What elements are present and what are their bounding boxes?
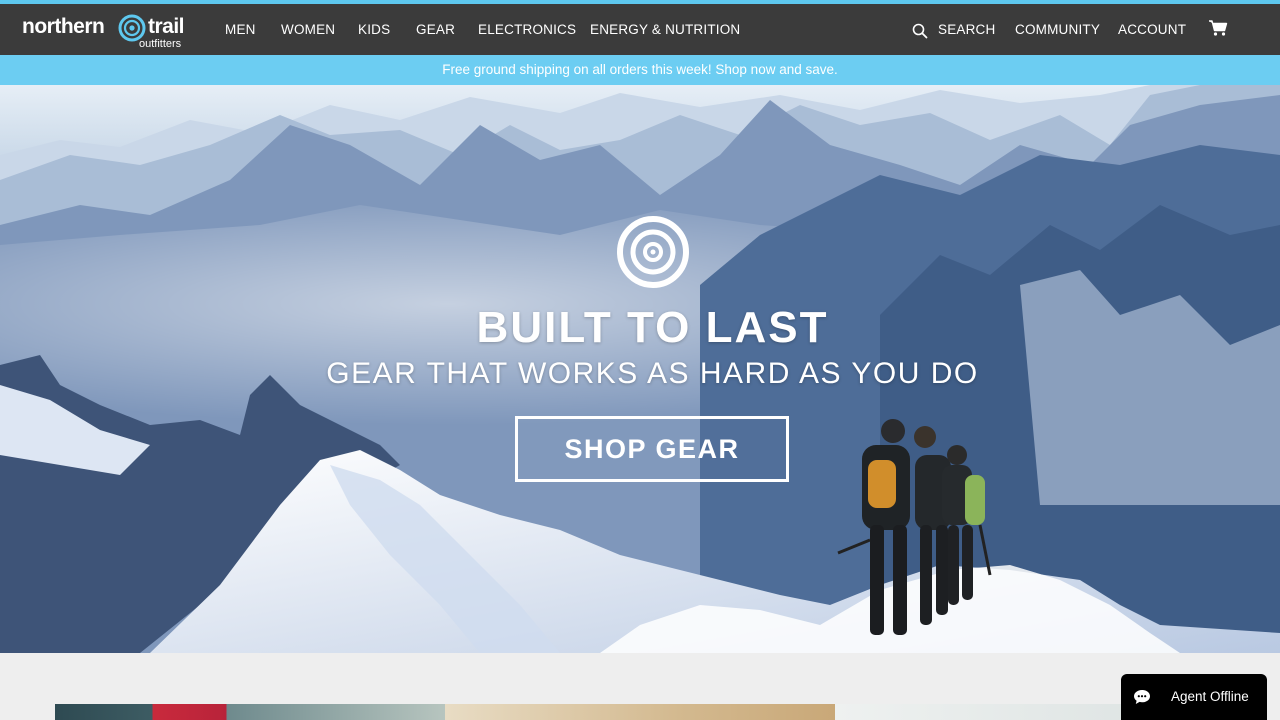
brand-ring-icon: [617, 216, 689, 288]
nav-item-electronics[interactable]: ELECTRONICS: [478, 22, 576, 37]
nav-item-energy-nutrition[interactable]: ENERGY & NUTRITION: [590, 22, 740, 37]
main-navbar: northern trail outfitters MEN WOMEN KIDS…: [0, 4, 1280, 55]
nav-item-gear[interactable]: GEAR: [416, 22, 455, 37]
product-tile-2-image[interactable]: [445, 704, 835, 720]
shop-gear-button[interactable]: SHOP GEAR: [515, 416, 789, 482]
nav-item-kids[interactable]: KIDS: [358, 22, 390, 37]
chat-bubble-icon: [1134, 690, 1150, 704]
community-link[interactable]: COMMUNITY: [1015, 22, 1100, 37]
hero-title: BUILT TO LAST: [476, 303, 829, 352]
product-tile-3-image[interactable]: [835, 704, 1135, 720]
nav-item-women[interactable]: WOMEN: [281, 22, 335, 37]
logo-tagline: outfitters: [139, 38, 182, 50]
account-link[interactable]: ACCOUNT: [1118, 22, 1186, 37]
logo-word-trail: trail: [148, 15, 185, 38]
brand-logo[interactable]: northern trail outfitters: [22, 9, 192, 51]
cart-icon[interactable]: [1208, 18, 1228, 38]
logo-word-northern: northern: [22, 15, 105, 38]
chat-status-label: Agent Offline: [1171, 689, 1249, 704]
search-link[interactable]: SEARCH: [938, 22, 995, 37]
hero-subtitle: GEAR THAT WORKS AS HARD AS YOU DO: [326, 357, 979, 390]
nav-item-men[interactable]: MEN: [225, 22, 256, 37]
promo-banner-text: Free ground shipping on all orders this …: [442, 62, 838, 77]
product-tile-1-image[interactable]: [55, 704, 445, 720]
promo-banner[interactable]: Free ground shipping on all orders this …: [0, 55, 1280, 85]
agent-chat-button[interactable]: Agent Offline: [1121, 674, 1267, 720]
search-icon[interactable]: [912, 23, 928, 39]
hero-banner: BUILT TO LAST GEAR THAT WORKS AS HARD AS…: [0, 85, 1280, 653]
